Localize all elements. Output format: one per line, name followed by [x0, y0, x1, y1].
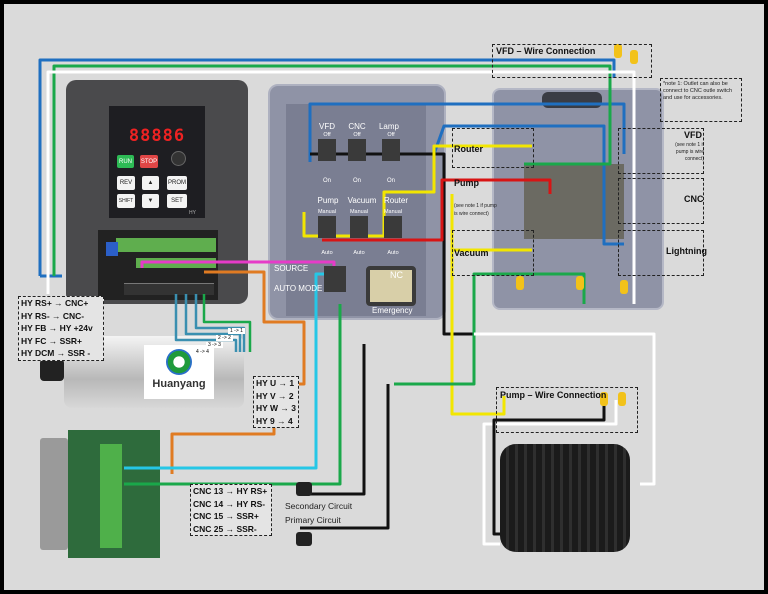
vfd-outlet-note: (see note 1 if pump is wire connect) [675, 142, 704, 162]
motor-mapping: HY U → 1 HY V → 2 HY W → 3 HY 9 → 4 [253, 376, 299, 428]
switch-pump[interactable] [318, 216, 336, 238]
pump-wire-connection-label: Pump – Wire Connection [500, 390, 607, 400]
mapping-row: CNC 13 → HY RS+ [193, 486, 268, 496]
mapping-row: CNC 25 → SSR- [193, 523, 257, 534]
switch-cnc[interactable] [348, 139, 366, 161]
mapping-row: CNC 14 → HY RS- [193, 498, 266, 509]
switch-vfd[interactable] [318, 139, 336, 161]
switch-on-label: On [322, 178, 331, 184]
switch-lamp[interactable] [382, 139, 400, 161]
note-1-text: *note 1: Outlet can also be connect to C… [663, 81, 733, 101]
wiring-diagram: 88886 RUN STOP REV ▲ PROM SHIFT ▼ SET HY… [4, 4, 764, 590]
switch-router-label: Router [383, 196, 408, 205]
vacuum-outlet-label: Vacuum [454, 248, 489, 258]
mapping-row: HY DCM → SSR - [21, 348, 91, 358]
mapping-row: HY RS+ → CNC+ [21, 298, 89, 308]
motor-tag: 2 -> 2 [216, 335, 233, 341]
wire-black [300, 344, 366, 496]
switch-vfd-label: VFD [319, 122, 335, 131]
source-switch[interactable] [324, 266, 346, 292]
switch-auto-label: Auto [353, 250, 365, 256]
mapping-row: HY W → 3 [256, 403, 296, 413]
switch-manual-label: Manual [349, 209, 369, 215]
motor-tag: 4 -> 4 [194, 349, 211, 355]
secondary-circuit-label: Secondary Circuit [285, 501, 353, 511]
wire-yellow [450, 194, 506, 416]
router-outlet-label: Router [454, 144, 483, 154]
switch-on-label: On [352, 178, 361, 184]
plug-secondary [296, 482, 312, 496]
wire-cyan [124, 272, 324, 470]
mapping-row: HY V → 2 [256, 390, 294, 401]
switch-router[interactable] [384, 216, 402, 238]
primary-circuit-label: Primary Circuit [285, 515, 341, 525]
auto-mode-label: AUTO MODE [274, 284, 323, 293]
wire-orange [170, 270, 306, 474]
motor-tag: 1 -> 1 [228, 328, 245, 334]
motor-tag: 3 -> 3 [206, 342, 223, 348]
vfd-cnc-mapping: HY RS+ → CNC+ HY RS- → CNC- HY FB → HY +… [18, 296, 104, 361]
vfd-outlet-label: VFD [684, 130, 702, 140]
switch-on-label: On [386, 178, 395, 184]
note-1: *note 1: Outlet can also be connect to C… [660, 78, 742, 122]
switch-auto-label: Auto [387, 250, 399, 256]
vfd-wire-connection-label: VFD – Wire Connection [496, 46, 596, 56]
cnc-mapping: CNC 13 → HY RS+ CNC 14 → HY RS- CNC 15 →… [190, 484, 272, 536]
switch-vacuum[interactable] [350, 216, 368, 238]
mapping-row: CNC 15 → SSR+ [193, 511, 259, 521]
switch-off-label: Off [353, 132, 361, 138]
cnc-outlet-label: CNC [684, 194, 704, 204]
lightning-outlet-label: Lightning [666, 246, 707, 256]
switch-manual-label: Manual [317, 209, 337, 215]
mapping-row: HY FB → HY +24v [21, 323, 93, 333]
wire-nut [620, 280, 628, 294]
pump-outlet-label: Pump [454, 178, 480, 188]
pump-outlet-note: (see note 1 if pump is wire connect) [454, 203, 497, 217]
wire-nut [516, 276, 524, 290]
source-label: SOURCE [274, 264, 309, 273]
switch-pump-label: Pump [317, 196, 339, 205]
wire-nuts [516, 44, 638, 406]
wire-green [394, 272, 586, 386]
switch-off-label: Off [323, 132, 331, 138]
plugs [296, 482, 312, 546]
emergency-label: Emergency [372, 306, 413, 315]
switch-lamp-label: Lamp [378, 122, 399, 131]
mapping-row: HY 9 → 4 [256, 415, 293, 426]
nc-label: NC [390, 270, 403, 280]
switch-cnc-label: CNC [348, 122, 366, 131]
plug-primary [296, 532, 312, 546]
switch-off-label: Off [387, 132, 395, 138]
wire-nut [576, 276, 584, 290]
mapping-row: HY RS- → CNC- [21, 310, 85, 321]
switch-vacuum-label: Vacuum [347, 196, 377, 205]
switch-manual-label: Manual [383, 209, 403, 215]
mapping-row: HY U → 1 [256, 378, 295, 388]
switch-auto-label: Auto [321, 250, 333, 256]
mapping-row: HY FC → SSR+ [21, 335, 83, 346]
